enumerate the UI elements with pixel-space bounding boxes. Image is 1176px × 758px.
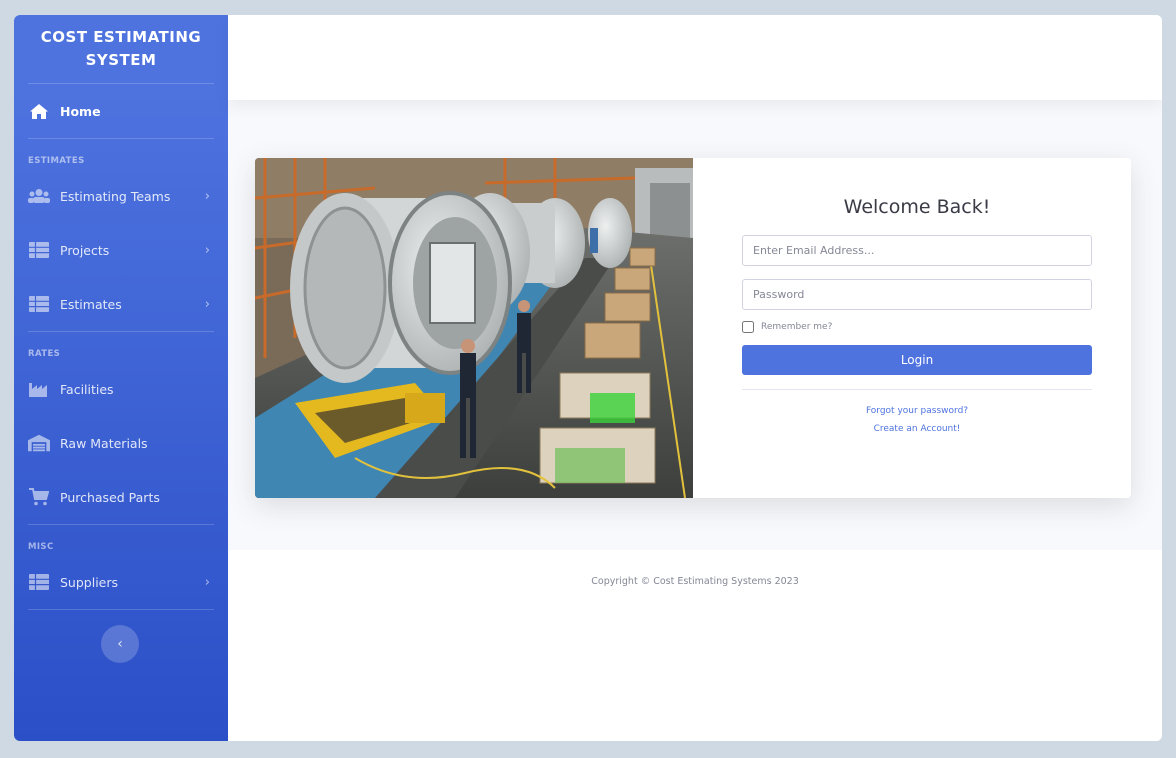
sidebar-item-raw-materials[interactable]: Raw Materials xyxy=(14,416,228,470)
chevron-right-icon: › xyxy=(204,242,210,258)
chevron-right-icon: › xyxy=(204,574,210,590)
remember-me[interactable]: Remember me? xyxy=(742,321,1092,333)
sidebar-item-projects[interactable]: Projects › xyxy=(14,223,228,277)
sidebar-item-label: Projects xyxy=(60,242,110,258)
cart-icon xyxy=(28,488,50,506)
footer: Copyright © Cost Estimating Systems 2023 xyxy=(228,550,1162,741)
forgot-password-link[interactable]: Forgot your password? xyxy=(742,406,1092,416)
sidebar-brand[interactable]: COST ESTIMATING SYSTEM xyxy=(14,15,228,83)
sidebar-item-estimates[interactable]: Estimates › xyxy=(14,277,228,331)
chevron-right-icon: › xyxy=(204,188,210,204)
users-icon xyxy=(28,187,50,205)
sidebar-toggle-button[interactable]: ‹ xyxy=(101,625,139,663)
sidebar-item-label: Suppliers xyxy=(60,574,119,590)
copyright-text: Copyright © Cost Estimating Systems 2023 xyxy=(591,576,799,587)
login-form-pane: Welcome Back! Remember me? Login Forgot … xyxy=(693,158,1131,498)
login-button[interactable]: Login xyxy=(742,345,1092,375)
sidebar-item-estimating-teams[interactable]: Estimating Teams › xyxy=(14,169,228,223)
industry-icon xyxy=(28,380,50,398)
sidebar-item-label: Estimates xyxy=(60,296,122,312)
brand-line-1: COST ESTIMATING xyxy=(40,28,202,46)
chevron-right-icon: › xyxy=(204,296,210,312)
table-icon xyxy=(28,295,50,313)
table-icon xyxy=(28,573,50,591)
sidebar-item-label: Estimating Teams xyxy=(60,188,171,204)
sidebar-divider xyxy=(28,609,214,610)
sidebar-item-label: Home xyxy=(60,103,101,119)
sidebar-item-label: Purchased Parts xyxy=(60,489,160,505)
warehouse-icon xyxy=(28,434,50,452)
remember-me-checkbox[interactable] xyxy=(742,321,754,333)
sidebar-item-facilities[interactable]: Facilities xyxy=(14,362,228,416)
factory-photo xyxy=(255,158,693,498)
sidebar-heading-estimates: ESTIMATES xyxy=(28,156,85,166)
sidebar-item-home[interactable]: Home xyxy=(14,84,228,138)
sidebar: COST ESTIMATING SYSTEM Home ESTIMATES Es… xyxy=(14,15,228,741)
content-wrapper: Welcome Back! Remember me? Login Forgot … xyxy=(228,15,1162,741)
password-input[interactable] xyxy=(742,279,1092,310)
topbar xyxy=(228,15,1162,100)
sidebar-item-label: Facilities xyxy=(60,381,114,397)
sidebar-item-purchased-parts[interactable]: Purchased Parts xyxy=(14,470,228,524)
app-window: COST ESTIMATING SYSTEM Home ESTIMATES Es… xyxy=(14,15,1162,741)
create-account-link[interactable]: Create an Account! xyxy=(742,424,1092,434)
brand-line-2: SYSTEM xyxy=(85,51,157,69)
remember-me-label: Remember me? xyxy=(761,322,833,332)
sidebar-heading-rates: RATES xyxy=(28,349,61,359)
chevron-left-icon: ‹ xyxy=(117,636,123,652)
email-input[interactable] xyxy=(742,235,1092,266)
form-divider xyxy=(742,389,1092,390)
login-card: Welcome Back! Remember me? Login Forgot … xyxy=(255,158,1131,498)
login-title: Welcome Back! xyxy=(843,196,991,218)
sidebar-heading-misc: MISC xyxy=(28,542,54,552)
home-icon xyxy=(28,102,50,120)
table-icon xyxy=(28,241,50,259)
sidebar-item-label: Raw Materials xyxy=(60,435,148,451)
sidebar-item-suppliers[interactable]: Suppliers › xyxy=(14,555,228,609)
